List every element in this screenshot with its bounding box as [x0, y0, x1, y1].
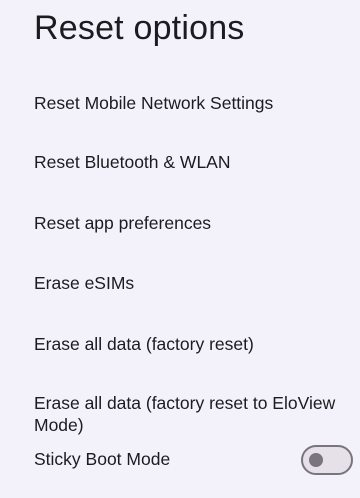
reset-app-preferences-option[interactable]: Reset app preferences — [34, 212, 340, 234]
toggle-knob — [309, 453, 323, 467]
page-title: Reset options — [34, 9, 245, 47]
sticky-boot-mode-toggle[interactable] — [301, 445, 353, 475]
reset-mobile-network-settings-option[interactable]: Reset Mobile Network Settings — [34, 92, 340, 114]
reset-bluetooth-wlan-option[interactable]: Reset Bluetooth & WLAN — [34, 151, 340, 173]
sticky-boot-mode-label: Sticky Boot Mode — [34, 449, 171, 469]
factory-reset-option[interactable]: Erase all data (factory reset) — [34, 333, 340, 355]
sticky-boot-mode-row[interactable]: Sticky Boot Mode — [34, 445, 360, 482]
erase-esims-option[interactable]: Erase eSIMs — [34, 272, 340, 294]
factory-reset-eloview-option[interactable]: Erase all data (factory reset to EloView… — [34, 392, 340, 436]
